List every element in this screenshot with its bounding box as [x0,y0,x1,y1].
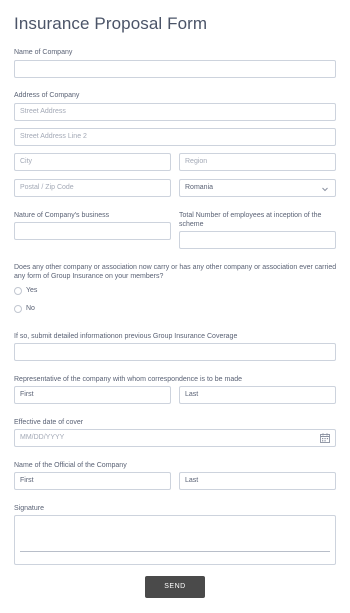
previous-coverage-label: If so, submit detailed informationon pre… [14,333,238,340]
no-radio[interactable] [14,305,22,313]
business-input[interactable] [14,222,171,240]
effective-date-label: Effective date of cover [14,419,84,426]
signature-line [20,551,330,552]
company-name-input[interactable] [14,60,336,78]
representative-last-input[interactable]: Last [179,386,336,404]
business-label: Nature of Company's business [14,212,110,219]
region-placeholder: Region [185,158,208,165]
postal-code-input[interactable]: Postal / Zip Code [14,179,171,197]
yes-label: Yes [26,287,38,294]
postal-code-placeholder: Postal / Zip Code [20,184,74,191]
representative-last-placeholder: Last [185,391,199,398]
representative-first-placeholder: First [20,391,34,398]
representative-label: Representative of the company with whom … [14,376,243,383]
employees-label: Total Number of employees at inception o… [179,212,322,228]
signature-pad[interactable] [14,515,336,565]
form-title: Insurance Proposal Form [14,14,208,33]
yes-radio[interactable] [14,287,22,295]
street-address-line2-input[interactable]: Street Address Line 2 [14,128,336,146]
representative-first-input[interactable]: First [14,386,171,404]
street-address-line2-placeholder: Street Address Line 2 [20,133,87,140]
country-select[interactable]: Romania [179,179,336,197]
official-label: Name of the Official of the Company [14,462,127,469]
no-label: No [26,305,35,312]
region-input[interactable]: Region [179,153,336,171]
city-input[interactable]: City [14,153,171,171]
send-button[interactable]: SEND [145,576,205,598]
official-first-placeholder: First [20,477,34,484]
street-address-placeholder: Street Address [20,108,66,115]
address-label: Address of Company [14,92,80,99]
effective-date-placeholder: MM/DD/YYYY [20,434,65,441]
street-address-input[interactable]: Street Address [14,103,336,121]
chevron-down-icon [322,187,328,192]
official-first-input[interactable]: First [14,472,171,490]
official-last-placeholder: Last [185,477,199,484]
group-insurance-question: Does any other company or association no… [14,264,337,280]
official-last-input[interactable]: Last [179,472,336,490]
country-value: Romania [185,184,214,191]
city-placeholder: City [20,158,33,165]
company-name-label: Name of Company [14,49,73,56]
effective-date-input[interactable]: MM/DD/YYYY [14,429,336,447]
signature-label: Signature [14,505,44,512]
employees-input[interactable] [179,231,336,249]
previous-coverage-input[interactable] [14,343,336,361]
calendar-icon[interactable] [320,433,330,443]
